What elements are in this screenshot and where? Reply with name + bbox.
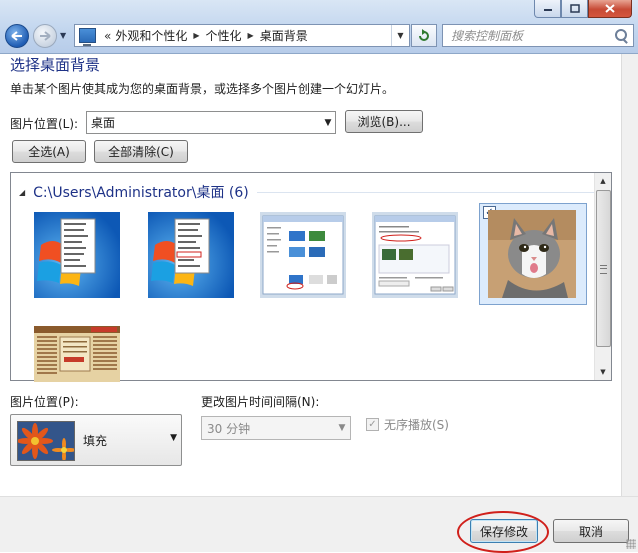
win7-desktop-image: [34, 212, 120, 298]
change-interval-value: 30 分钟: [207, 421, 251, 436]
picture-location-value: 桌面: [91, 116, 116, 130]
cat-photo-image: [488, 210, 576, 298]
page-description: 单击某个图片使其成为您的桌面背景，或选择多个图片创建一个幻灯片。: [10, 82, 395, 96]
refresh-button[interactable]: [411, 24, 437, 47]
breadcrumb: 外观和个性化 ▶ 个性化 ▶ 桌面背景: [115, 27, 307, 44]
newspaper-scan-image: [34, 326, 120, 382]
chevron-down-icon[interactable]: ▼: [391, 25, 409, 46]
window-scrollbar[interactable]: [621, 54, 638, 496]
breadcrumb-item-desktop-background[interactable]: 桌面背景: [260, 27, 308, 44]
picture-location-label: 图片位置(L):: [10, 117, 79, 131]
control-panel-icon: [79, 28, 96, 46]
gallery-group-header[interactable]: ◢ C:\Users\Administrator\桌面 (6): [19, 182, 594, 202]
arrow-right-icon: [40, 31, 51, 41]
picture-location-select[interactable]: 桌面 ▼: [86, 111, 336, 134]
picture-gallery: ◢ C:\Users\Administrator\桌面 (6) ▲ ▼: [10, 172, 612, 382]
refresh-icon: [419, 28, 429, 41]
wallpaper-thumbnail[interactable]: [371, 211, 459, 299]
grip-icon: [600, 265, 607, 274]
checkbox-checked-icon[interactable]: ✓: [366, 418, 379, 431]
picture-position-label: 图片位置(P):: [10, 395, 79, 409]
window-controls: [534, 0, 632, 18]
cancel-button[interactable]: 取消: [553, 519, 629, 543]
chevron-right-icon[interactable]: ▶: [248, 31, 254, 40]
breadcrumb-item-personalization[interactable]: 个性化: [206, 27, 242, 44]
breadcrumb-item-appearance[interactable]: 外观和个性化: [115, 27, 187, 44]
change-interval-label: 更改图片时间间隔(N):: [201, 395, 320, 409]
shuffle-label: 无序播放(S): [384, 418, 449, 432]
minimize-icon[interactable]: [534, 0, 561, 18]
wallpaper-thumbnail[interactable]: [33, 211, 121, 299]
scroll-down-icon[interactable]: ▼: [595, 364, 611, 380]
forward-button[interactable]: [33, 24, 57, 48]
page-title: 选择桌面背景: [10, 56, 101, 74]
scrollbar-thumb[interactable]: [596, 190, 611, 347]
fill-preview-image: [17, 421, 75, 461]
chevron-right-icon[interactable]: ▶: [193, 31, 199, 40]
win7-desktop-image: [148, 212, 234, 298]
wallpaper-thumbnail[interactable]: [259, 211, 347, 299]
control-panel-screenshot-image: [260, 212, 346, 298]
select-all-button[interactable]: 全选(A): [12, 140, 86, 163]
chevron-down-icon: ▼: [324, 117, 332, 128]
picture-position-value: 填充: [83, 434, 108, 448]
chevron-down-icon: ▼: [170, 433, 177, 443]
change-interval-select[interactable]: 30 分钟 ▼: [201, 416, 351, 440]
picture-position-select[interactable]: 填充 ▼: [10, 414, 182, 466]
resize-grip-icon[interactable]: [626, 539, 636, 549]
browse-button[interactable]: 浏览(B)...: [345, 110, 423, 133]
search-input[interactable]: 搜索控制面板: [451, 27, 613, 44]
annotation-circle: [457, 511, 549, 553]
wallpaper-thumbnail[interactable]: [33, 325, 121, 385]
maximize-icon[interactable]: [561, 0, 588, 18]
scroll-up-icon[interactable]: ▲: [595, 173, 611, 189]
wallpaper-thumbnail-selected[interactable]: ✓: [479, 203, 587, 305]
recent-pages-dropdown-icon[interactable]: ▼: [60, 31, 66, 40]
clear-all-button[interactable]: 全部清除(C): [94, 140, 188, 163]
title-bar: ▼ « 外观和个性化 ▶ 个性化 ▶ 桌面背景 ▼ 搜索控制面板: [0, 0, 638, 54]
divider: [256, 191, 594, 193]
desktop-background-screenshot-image: [372, 212, 458, 298]
chevron-down-icon: ▼: [338, 423, 346, 433]
wallpaper-thumbnail[interactable]: [147, 211, 235, 299]
back-button[interactable]: [5, 24, 29, 48]
gallery-group-title: C:\Users\Administrator\桌面 (6): [33, 185, 249, 201]
collapse-triangle-icon[interactable]: ◢: [19, 188, 25, 197]
search-box[interactable]: 搜索控制面板: [442, 24, 634, 47]
arrow-left-icon: [11, 31, 22, 41]
close-icon[interactable]: [588, 0, 632, 18]
shuffle-checkbox[interactable]: ✓ 无序播放(S): [366, 416, 449, 433]
address-bar[interactable]: « 外观和个性化 ▶ 个性化 ▶ 桌面背景 ▼: [74, 24, 410, 47]
gallery-scrollbar[interactable]: ▲ ▼: [594, 173, 611, 380]
content-pane: 选择桌面背景 单击某个图片使其成为您的桌面背景，或选择多个图片创建一个幻灯片。 …: [0, 54, 622, 496]
breadcrumb-overflow[interactable]: «: [104, 29, 111, 43]
search-icon[interactable]: [613, 28, 629, 44]
